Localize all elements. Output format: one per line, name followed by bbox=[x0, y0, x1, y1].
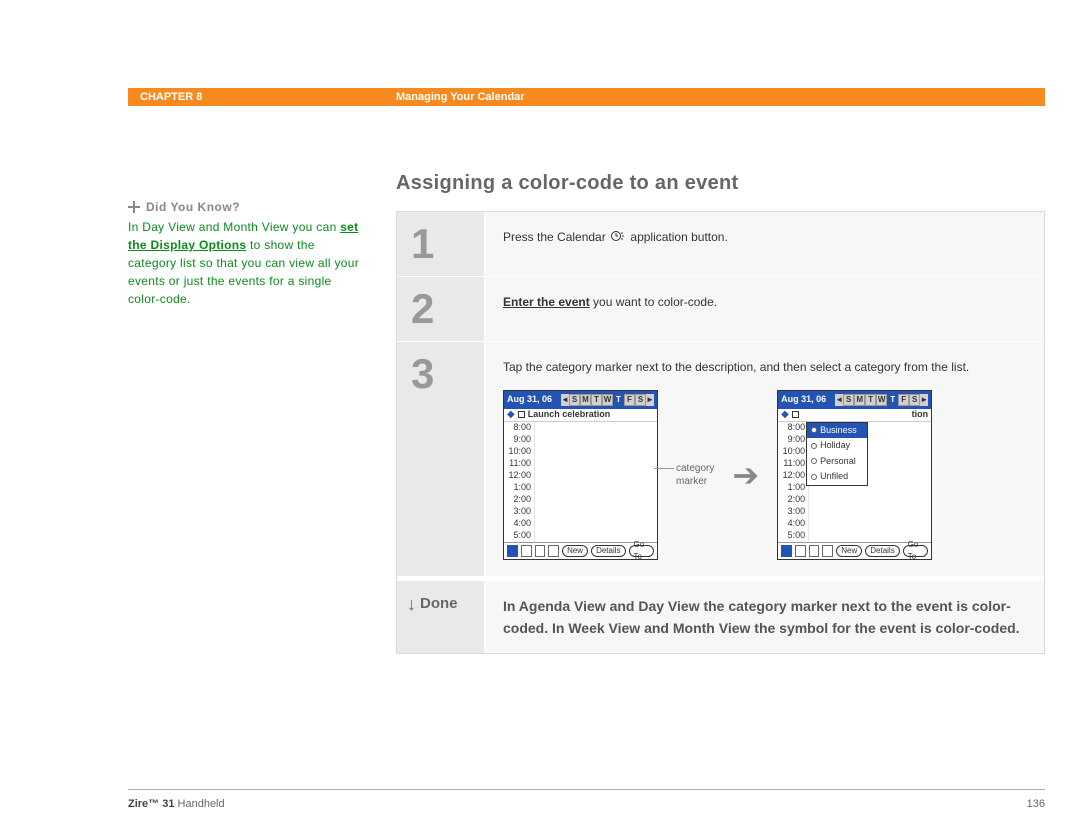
page-number: 136 bbox=[1027, 798, 1045, 810]
plus-icon bbox=[128, 201, 140, 213]
goto-button[interactable]: Go To bbox=[629, 545, 654, 557]
done-row: ↓ Done In Agenda View and Day View the c… bbox=[397, 577, 1044, 654]
sidebar-tip: In Day View and Month View you can set t… bbox=[128, 218, 366, 308]
day-m[interactable]: M bbox=[580, 394, 591, 406]
category-marker[interactable] bbox=[792, 411, 799, 418]
view-icon-1[interactable] bbox=[507, 545, 518, 557]
details-button[interactable]: Details bbox=[591, 545, 625, 557]
day-m[interactable]: M bbox=[854, 394, 865, 406]
header-bar: CHAPTER 8 Managing Your Calendar bbox=[128, 88, 1045, 106]
view-icon-1[interactable] bbox=[781, 545, 792, 557]
prev-arrow-icon[interactable]: ◄ bbox=[561, 394, 569, 406]
screen-header: Aug 31, 06 ◄ S M T W T F bbox=[778, 391, 931, 409]
step-2: 2 Enter the event you want to color-code… bbox=[397, 277, 1044, 342]
done-label: ↓ Done bbox=[397, 581, 485, 654]
category-option-holiday[interactable]: Holiday bbox=[807, 438, 867, 454]
view-icon-3[interactable] bbox=[535, 545, 546, 557]
done-text: In Agenda View and Day View the category… bbox=[485, 581, 1044, 654]
steps-container: 1 Press the Calendar application button.… bbox=[396, 211, 1045, 654]
step-body: Press the Calendar application button. bbox=[485, 212, 1044, 276]
day-w[interactable]: W bbox=[876, 394, 887, 406]
screen-header: Aug 31, 06 ◄ S M T W T F bbox=[504, 391, 657, 409]
step-number: 3 bbox=[397, 342, 485, 576]
day-picker: ◄ S M T W T F S ► bbox=[835, 394, 928, 406]
screen-footer: New Details Go To bbox=[778, 542, 931, 559]
product-name: Zire™ 31 Handheld bbox=[128, 798, 225, 810]
step-body: Tap the category marker next to the desc… bbox=[485, 342, 1044, 576]
view-icon-4[interactable] bbox=[548, 545, 559, 557]
new-button[interactable]: New bbox=[562, 545, 588, 557]
sidebar: Did You Know? In Day View and Month View… bbox=[128, 172, 396, 654]
category-dropdown: Business Holiday Personal Unfiled bbox=[806, 422, 868, 486]
details-button[interactable]: Details bbox=[865, 545, 899, 557]
screen-footer: New Details Go To bbox=[504, 542, 657, 559]
step-number: 1 bbox=[397, 212, 485, 276]
category-option-business[interactable]: Business bbox=[807, 423, 867, 439]
step-1: 1 Press the Calendar application button. bbox=[397, 212, 1044, 277]
day-s[interactable]: S bbox=[843, 394, 854, 406]
device-screen-before: Aug 31, 06 ◄ S M T W T F bbox=[503, 390, 658, 560]
diamond-icon: ◆ bbox=[507, 407, 515, 422]
category-option-personal[interactable]: Personal bbox=[807, 454, 867, 470]
next-arrow-icon[interactable]: ► bbox=[646, 394, 654, 406]
view-icon-4[interactable] bbox=[822, 545, 833, 557]
prev-arrow-icon[interactable]: ◄ bbox=[835, 394, 843, 406]
goto-button[interactable]: Go To bbox=[903, 545, 928, 557]
enter-event-link[interactable]: Enter the event bbox=[503, 295, 590, 309]
arrow-right-icon: ➔ bbox=[732, 451, 759, 499]
device-screen-after: Aug 31, 06 ◄ S M T W T F bbox=[777, 390, 932, 560]
diamond-icon: ◆ bbox=[781, 407, 789, 422]
screen-date: Aug 31, 06 bbox=[781, 393, 826, 407]
step-number: 2 bbox=[397, 277, 485, 341]
step-3: 3 Tap the category marker next to the de… bbox=[397, 342, 1044, 577]
page-footer: Zire™ 31 Handheld 136 bbox=[128, 798, 1045, 810]
next-arrow-icon[interactable]: ► bbox=[920, 394, 928, 406]
new-button[interactable]: New bbox=[836, 545, 862, 557]
category-option-unfiled[interactable]: Unfiled bbox=[807, 469, 867, 485]
calendar-icon bbox=[611, 229, 625, 247]
view-icon-2[interactable] bbox=[795, 545, 806, 557]
day-s2[interactable]: S bbox=[909, 394, 920, 406]
category-marker-annotation: category marker bbox=[676, 462, 714, 488]
day-w[interactable]: W bbox=[602, 394, 613, 406]
view-icon-2[interactable] bbox=[521, 545, 532, 557]
sidebar-heading: Did You Know? bbox=[128, 200, 366, 214]
footer-rule bbox=[128, 789, 1045, 790]
event-partial-label: tion bbox=[912, 408, 929, 422]
section-title: Assigning a color-code to an event bbox=[396, 172, 1045, 195]
chapter-title: Managing Your Calendar bbox=[396, 88, 1045, 106]
day-f[interactable]: F bbox=[624, 394, 635, 406]
day-t2[interactable]: T bbox=[613, 394, 624, 406]
down-arrow-icon: ↓ bbox=[407, 595, 416, 613]
chapter-label: CHAPTER 8 bbox=[128, 88, 396, 106]
event-row: ◆ tion bbox=[778, 409, 931, 422]
sidebar-heading-text: Did You Know? bbox=[146, 200, 240, 214]
day-s[interactable]: S bbox=[569, 394, 580, 406]
day-t[interactable]: T bbox=[591, 394, 602, 406]
day-t2[interactable]: T bbox=[887, 394, 898, 406]
day-s2[interactable]: S bbox=[635, 394, 646, 406]
screenshot-row: Aug 31, 06 ◄ S M T W T F bbox=[503, 390, 1026, 560]
day-t[interactable]: T bbox=[865, 394, 876, 406]
main-content: Assigning a color-code to an event 1 Pre… bbox=[396, 172, 1045, 654]
event-label: Launch celebration bbox=[528, 408, 611, 422]
day-f[interactable]: F bbox=[898, 394, 909, 406]
event-row: ◆ Launch celebration bbox=[504, 409, 657, 422]
screen-date: Aug 31, 06 bbox=[507, 393, 552, 407]
view-icon-3[interactable] bbox=[809, 545, 820, 557]
step-body: Enter the event you want to color-code. bbox=[485, 277, 1044, 341]
day-picker: ◄ S M T W T F S ► bbox=[561, 394, 654, 406]
category-marker[interactable] bbox=[518, 411, 525, 418]
